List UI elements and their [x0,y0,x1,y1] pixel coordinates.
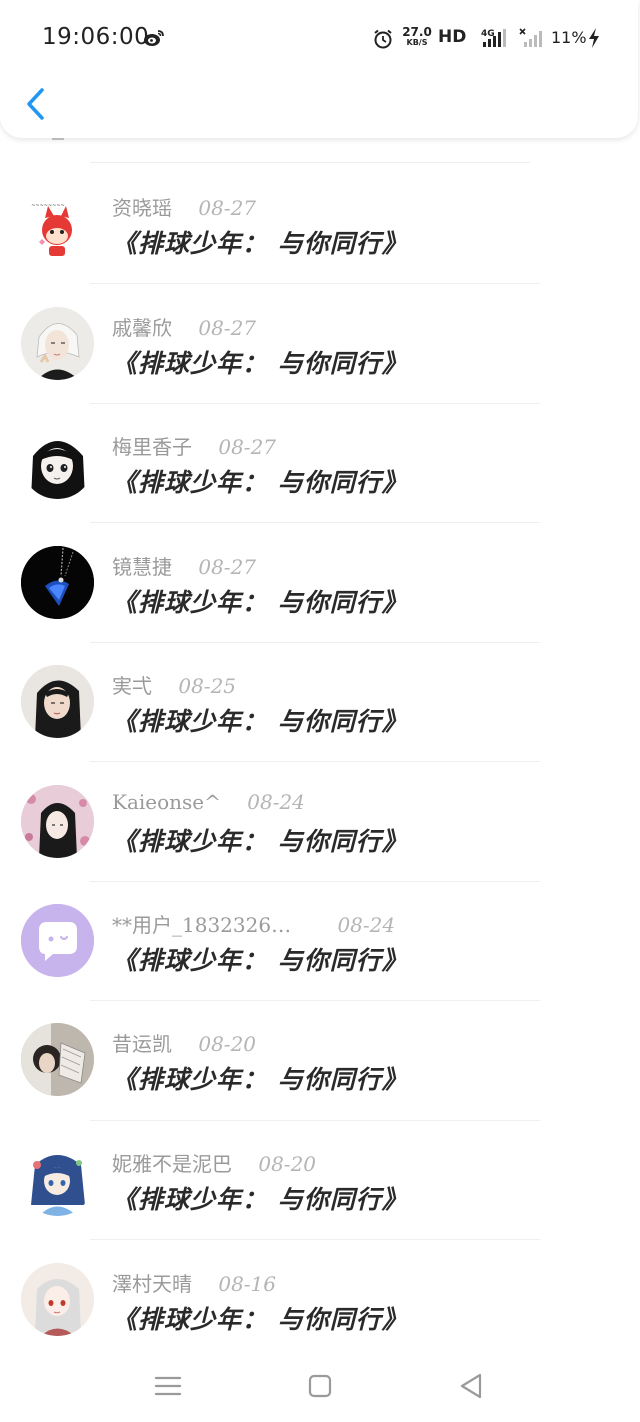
header: 19:06:00 27.0 KB/S HD 4G 11% [0,0,638,138]
divider [90,283,540,284]
comment-meta: 梅里香子 08-27 [112,431,276,460]
user-name[interactable]: 镜慧捷 [112,555,172,579]
comment-meta: 镜慧捷 08-27 [112,551,256,580]
list-item[interactable]: 梅里香子 08-27 《排球少年： 与你同行》 [0,407,640,527]
net-speed-unit: KB/S [406,38,428,47]
post-title[interactable]: 《排球少年： 与你同行》 [112,702,408,738]
status-time: 19:06:00 [42,24,150,50]
home-icon[interactable] [302,1368,338,1404]
post-title[interactable]: 《排球少年： 与你同行》 [112,822,408,858]
list-item[interactable]: 妮雅不是泥巴 08-20 《排球少年： 与你同行》 [0,1124,640,1244]
battery-percent: 11% [551,28,587,47]
comment-meta: 昔运凯 08-20 [112,1028,256,1057]
divider [90,1120,540,1121]
user-name[interactable]: 资晓瑶 [112,196,172,220]
comment-date: 08-24 [247,790,305,814]
comment-date: 08-24 [337,913,396,937]
divider [90,761,540,762]
user-name[interactable]: 妮雅不是泥巴 [112,1152,232,1176]
comment-meta: Kaieonse^ 08-24 [112,790,305,814]
divider [90,1000,540,1001]
comment-date: 08-27 [198,316,257,340]
user-name[interactable]: Kaieonse^ [112,790,221,814]
list-item[interactable]: 镜慧捷 08-27 《排球少年： 与你同行》 [0,527,640,647]
screen: 19:06:00 27.0 KB/S HD 4G 11% ~~~~~~~~~ 资… [0,0,640,1422]
menu-icon[interactable] [150,1368,186,1404]
avatar [21,546,94,619]
divider [90,642,540,643]
comment-date: 08-27 [218,435,277,459]
list-item[interactable]: 昔运凯 08-20 《排球少年： 与你同行》 [0,1004,640,1124]
alarm-icon [374,29,392,49]
system-nav-bar [0,1350,640,1422]
comment-meta: 澤村天晴 08-16 [112,1268,276,1297]
comment-date: 08-20 [258,1152,317,1176]
list-item[interactable]: ~~~~~~~~~ 资晓瑶 08-27 《排球少年： 与你同行》 [0,168,640,288]
weibo-icon [144,30,164,46]
comment-date: 08-25 [178,674,237,698]
comment-date: 08-20 [198,1032,257,1056]
user-name[interactable]: 澤村天晴 [112,1272,192,1296]
divider [90,403,540,404]
avatar [21,426,94,499]
user-name[interactable]: 戚馨欣 [112,316,172,340]
avatar: ~~~~~~~~~ [21,194,94,267]
list-item[interactable]: Kaieonse^ 08-24 《排球少年： 与你同行》 [0,766,640,886]
signal-no-service-icon [519,28,542,47]
post-title[interactable]: 《排球少年： 与你同行》 [112,224,408,260]
list-item[interactable]: **用户_1832326… 08-24 《排球少年： 与你同行》 [0,885,640,1005]
divider [90,162,530,163]
back-nav-icon[interactable] [454,1368,490,1404]
net-speed-value: 27.0 [402,25,432,39]
post-title[interactable]: 《排球少年： 与你同行》 [112,583,408,619]
status-bar: 19:06:00 27.0 KB/S HD 4G 11% [0,0,640,78]
comment-meta: 资晓瑶 08-27 [112,192,256,221]
divider [90,881,540,882]
comment-date: 08-27 [198,196,257,220]
user-name[interactable]: **用户_1832326… [112,913,291,937]
avatar [21,665,94,738]
user-name[interactable]: 梅里香子 [112,435,192,459]
comment-meta: 実弌 08-25 [112,670,236,699]
post-title[interactable]: 《排球少年： 与你同行》 [112,941,408,977]
post-title[interactable]: 《排球少年： 与你同行》 [112,344,408,380]
avatar [21,1023,94,1096]
user-name[interactable]: 昔运凯 [112,1032,172,1056]
hd-badge: HD [438,27,467,47]
comment-date: 08-16 [218,1272,277,1296]
post-title[interactable]: 《排球少年： 与你同行》 [112,1060,408,1096]
comment-meta: **用户_1832326… 08-24 [112,909,395,938]
comment-meta: 戚馨欣 08-27 [112,312,256,341]
net-speed: 27.0 KB/S [401,26,433,48]
signal-4g-icon: 4G [481,29,506,47]
post-title[interactable]: 《排球少年： 与你同行》 [112,463,408,499]
network-label: 4G [481,29,495,39]
scroll-remnant [52,138,64,140]
list-item[interactable]: 戚馨欣 08-27 《排球少年： 与你同行》 [0,288,640,408]
charging-icon [589,28,599,48]
divider [90,1239,540,1240]
post-title[interactable]: 《排球少年： 与你同行》 [112,1180,408,1216]
comment-date: 08-27 [198,555,257,579]
avatar [21,904,94,977]
svg-text:~~~~~~~~~: ~~~~~~~~~ [27,203,65,209]
avatar [21,307,94,380]
post-title[interactable]: 《排球少年： 与你同行》 [112,1300,408,1336]
user-name[interactable]: 実弌 [112,674,152,698]
comment-meta: 妮雅不是泥巴 08-20 [112,1148,316,1177]
list-item[interactable]: 実弌 08-25 《排球少年： 与你同行》 [0,646,640,766]
avatar [21,785,94,858]
back-button[interactable] [22,86,52,122]
avatar [21,1143,94,1216]
list-item[interactable]: 澤村天晴 08-16 《排球少年： 与你同行》 [0,1244,640,1364]
divider [90,522,540,523]
avatar [21,1263,94,1336]
